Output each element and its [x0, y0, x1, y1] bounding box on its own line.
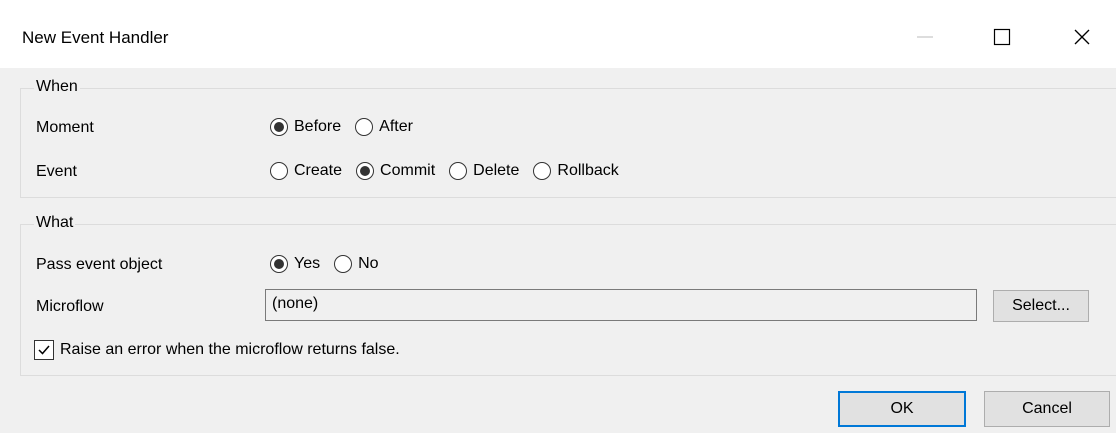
minimize-button[interactable] [895, 14, 955, 60]
event-rollback-radio[interactable]: Rollback [533, 162, 619, 180]
window-title: New Event Handler [22, 28, 169, 47]
select-microflow-button[interactable]: Select... [993, 290, 1089, 322]
event-radio-group: Create Commit Delete Rollback [270, 162, 633, 180]
radio-label: No [358, 255, 379, 272]
radio-label: Yes [294, 255, 321, 272]
cancel-button[interactable]: Cancel [984, 391, 1110, 427]
radio-selected-icon [356, 162, 375, 180]
radio-unselected-icon [533, 162, 552, 180]
radio-label: After [379, 118, 413, 135]
radio-label: Before [294, 118, 342, 135]
raise-error-label: Raise an error when the microflow return… [60, 341, 400, 358]
radio-label: Rollback [557, 162, 619, 179]
radio-label: Create [294, 162, 343, 179]
what-group-title: What [34, 214, 76, 232]
title-bar: New Event Handler [0, 0, 1116, 68]
radio-label: Delete [473, 162, 520, 179]
pass-event-no-radio[interactable]: No [334, 255, 379, 273]
radio-unselected-icon [355, 118, 374, 136]
raise-error-checkbox[interactable] [34, 340, 54, 360]
when-group [20, 88, 1116, 198]
radio-unselected-icon [270, 162, 288, 180]
close-button[interactable] [1052, 14, 1112, 60]
maximize-icon [993, 28, 1011, 46]
moment-radio-group: Before After [270, 118, 427, 136]
moment-before-radio[interactable]: Before [270, 118, 341, 136]
event-delete-radio[interactable]: Delete [449, 162, 519, 180]
minimize-icon [917, 36, 933, 38]
event-create-radio[interactable]: Create [270, 162, 342, 180]
when-group-title: When [34, 78, 80, 96]
pass-event-object-radio-group: Yes No [270, 255, 393, 273]
checkmark-icon [38, 345, 50, 355]
event-label: Event [36, 163, 77, 180]
pass-event-yes-radio[interactable]: Yes [270, 255, 320, 273]
raise-error-checkbox-row[interactable]: Raise an error when the microflow return… [34, 340, 400, 360]
microflow-field: (none) [265, 289, 977, 321]
radio-unselected-icon [449, 162, 468, 180]
moment-label: Moment [36, 119, 94, 136]
moment-after-radio[interactable]: After [355, 118, 413, 136]
radio-selected-icon [270, 118, 288, 136]
microflow-label: Microflow [36, 298, 104, 315]
radio-label: Commit [380, 162, 436, 179]
radio-selected-icon [270, 255, 288, 273]
event-commit-radio[interactable]: Commit [356, 162, 435, 180]
ok-button[interactable]: OK [838, 391, 966, 427]
pass-event-object-label: Pass event object [36, 256, 163, 273]
close-icon [1074, 29, 1090, 45]
radio-unselected-icon [334, 255, 353, 273]
maximize-button[interactable] [972, 14, 1032, 60]
